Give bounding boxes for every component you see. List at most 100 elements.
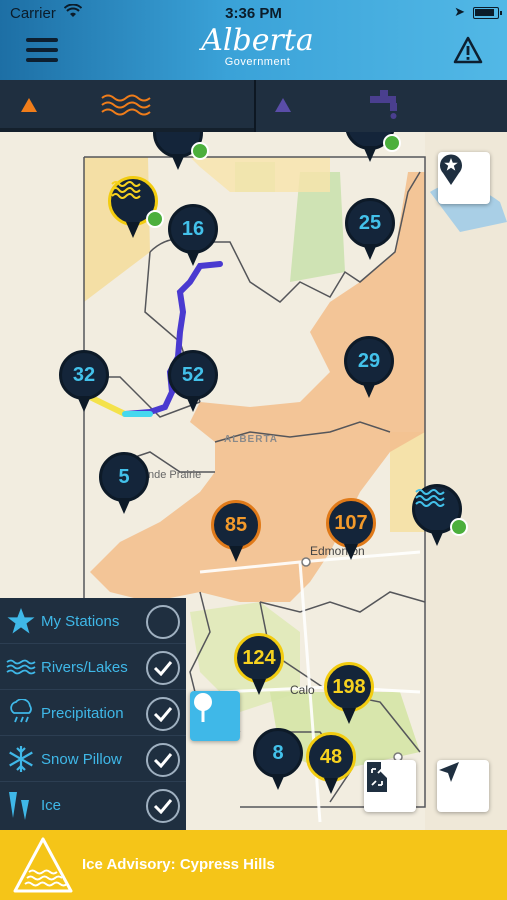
layer-toggle-checked[interactable]: [146, 651, 180, 685]
expand-map-icon: [367, 762, 387, 792]
cluster-count: 16: [168, 204, 218, 254]
station-cluster-pin[interactable]: 52: [168, 350, 218, 416]
checkmark-icon: [153, 661, 173, 676]
cluster-count: 29: [344, 336, 394, 386]
tab-bar: [0, 80, 507, 132]
pin-tail: [430, 530, 444, 546]
layer-toggle-checked[interactable]: [146, 697, 180, 731]
pin-tail: [271, 774, 285, 790]
layer-toggle-unchecked[interactable]: [146, 605, 180, 639]
waterbody-station-pin[interactable]: [412, 484, 468, 550]
station-cluster-pin[interactable]: 85: [211, 500, 261, 566]
map-label-city: nde Prairie: [148, 469, 202, 481]
zoom-to-province-button[interactable]: [364, 760, 416, 812]
cluster-count: 52: [168, 350, 218, 400]
status-dot: [146, 210, 164, 228]
station-cluster-pin[interactable]: 16: [168, 204, 218, 270]
advisory-text: Ice Advisory: Cypress Hills: [82, 856, 275, 873]
menu-bar-icon: [26, 48, 58, 52]
pin-tail: [117, 498, 131, 514]
pin-tail: [126, 222, 140, 238]
waves-icon: [6, 652, 36, 682]
faucet-icon: [370, 90, 397, 119]
warning-icon[interactable]: [453, 36, 483, 64]
rain-icon: [6, 698, 36, 728]
layer-label: My Stations: [41, 613, 120, 630]
pin-tail: [363, 244, 377, 260]
current-location-button[interactable]: [437, 760, 489, 812]
favorite-stations-button[interactable]: [438, 152, 490, 204]
pin-tail: [363, 146, 377, 162]
star-pin-icon: [440, 154, 462, 185]
alert-triangle-icon: [21, 98, 37, 112]
layer-panel: My Stations Rivers/Lakes Precipitation S…: [0, 598, 186, 830]
station-cluster-pin[interactable]: 8: [253, 728, 303, 794]
star-icon: [6, 606, 36, 636]
cluster-count: 85: [211, 500, 261, 550]
cluster-count: 48: [306, 732, 356, 782]
pin-tail: [252, 679, 266, 695]
station-cluster-pin[interactable]: 32: [59, 350, 109, 416]
cluster-count: 8: [253, 728, 303, 778]
map-label-city: Calo: [290, 683, 315, 697]
tab-rivers-lakes[interactable]: [0, 80, 254, 132]
layer-rivers-lakes[interactable]: Rivers/Lakes: [0, 644, 186, 690]
cluster-count: 25: [345, 198, 395, 248]
precipitation-station-button[interactable]: [190, 691, 240, 741]
checkmark-icon: [153, 707, 173, 722]
logo-wordmark: Alberta: [201, 23, 314, 58]
menu-bar-icon: [26, 38, 58, 42]
layer-label: Rivers/Lakes: [41, 659, 128, 676]
station-cluster-pin[interactable]: 48: [306, 732, 356, 798]
alberta-logo: Alberta Government: [190, 24, 325, 74]
map-label-region: ALBERTA: [224, 434, 279, 445]
menu-button[interactable]: [26, 38, 58, 62]
waterbody-station-pin[interactable]: [153, 132, 209, 174]
menu-bar-icon: [26, 58, 58, 62]
pin-tail: [77, 396, 91, 412]
battery-icon: [473, 7, 502, 19]
station-cluster-pin[interactable]: 5: [99, 452, 149, 518]
warning-triangle-icon: [13, 837, 73, 893]
pin-tail: [186, 396, 200, 412]
pin-tail: [324, 778, 338, 794]
station-cluster-pin[interactable]: 198: [324, 662, 374, 728]
station-cluster-pin[interactable]: 107: [326, 498, 376, 564]
waterbody-station-pin[interactable]: [345, 132, 401, 166]
pin-tail: [362, 382, 376, 398]
cluster-count: 32: [59, 350, 109, 400]
station-cluster-pin[interactable]: 29: [344, 336, 394, 402]
clock: 3:36 PM: [225, 5, 282, 22]
pin-tail: [344, 544, 358, 560]
cluster-count: 5: [99, 452, 149, 502]
pin-tail: [171, 154, 185, 170]
layer-toggle-checked[interactable]: [146, 743, 180, 777]
snowflake-icon: [6, 744, 36, 774]
layer-ice[interactable]: Ice: [0, 782, 186, 828]
tab-water-supply[interactable]: [256, 80, 507, 130]
waterbody-station-pin[interactable]: [108, 176, 164, 242]
location-arrow-icon: ➤: [454, 4, 465, 19]
navigation-arrow-icon: [439, 762, 459, 782]
checkmark-icon: [153, 753, 173, 768]
advisory-banner[interactable]: Ice Advisory: Cypress Hills: [0, 830, 507, 900]
checkmark-icon: [153, 799, 173, 814]
layer-label: Ice: [41, 797, 62, 814]
layer-toggle-checked[interactable]: [146, 789, 180, 823]
pin-icon: [194, 693, 212, 722]
cluster-count: 124: [234, 633, 284, 683]
layer-precipitation[interactable]: Precipitation: [0, 690, 186, 736]
alert-triangle-icon: [275, 98, 291, 112]
layer-label: Precipitation: [41, 705, 124, 722]
station-cluster-pin[interactable]: 124: [234, 633, 284, 699]
cluster-count: 198: [324, 662, 374, 712]
app-header: Carrier 3:36 PM ➤ Alberta Government: [0, 0, 507, 80]
layer-label: Snow Pillow: [41, 751, 122, 768]
status-dot: [450, 518, 468, 536]
station-cluster-pin[interactable]: 25: [345, 198, 395, 264]
layer-my-stations[interactable]: My Stations: [0, 598, 186, 644]
status-dot: [191, 142, 209, 160]
cluster-count: 107: [326, 498, 376, 548]
status-dot: [383, 134, 401, 152]
layer-snow-pillow[interactable]: Snow Pillow: [0, 736, 186, 782]
